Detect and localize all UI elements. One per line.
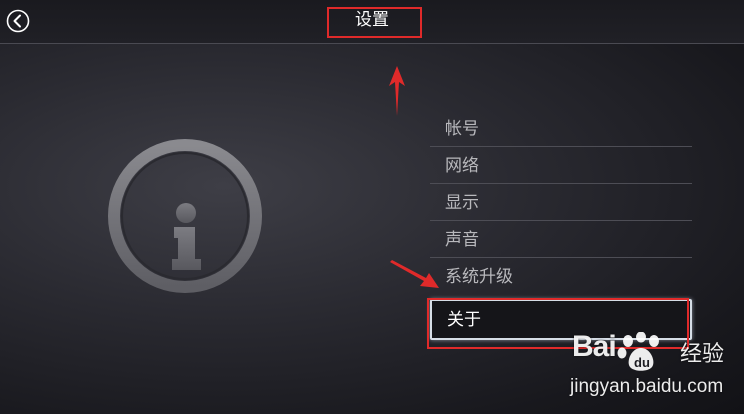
title-annotation-box [327,7,422,38]
svg-text:du: du [634,355,650,370]
menu-item-account[interactable]: 帐号 [430,110,692,147]
info-icon [108,139,262,293]
watermark-jingyan-text: 经验 [680,342,725,367]
watermark-url: jingyan.baidu.com [570,376,724,397]
baidu-jingyan-watermark: Bai du 经验 jingyan.baidu.com [568,330,740,410]
watermark-logo-text: Bai [572,330,617,363]
annotation-arrow-up-icon [389,66,405,116]
baidu-paw-icon: du [617,332,659,371]
settings-screen: 设置 帐号 网络 显示 声音 系统升级 关于 Bai du 经验 jingyan… [0,0,744,414]
menu-item-sound[interactable]: 声音 [430,221,692,258]
menu-item-system-upgrade[interactable]: 系统升级 [430,258,692,295]
menu-item-display[interactable]: 显示 [430,184,692,221]
menu-item-network[interactable]: 网络 [430,147,692,184]
